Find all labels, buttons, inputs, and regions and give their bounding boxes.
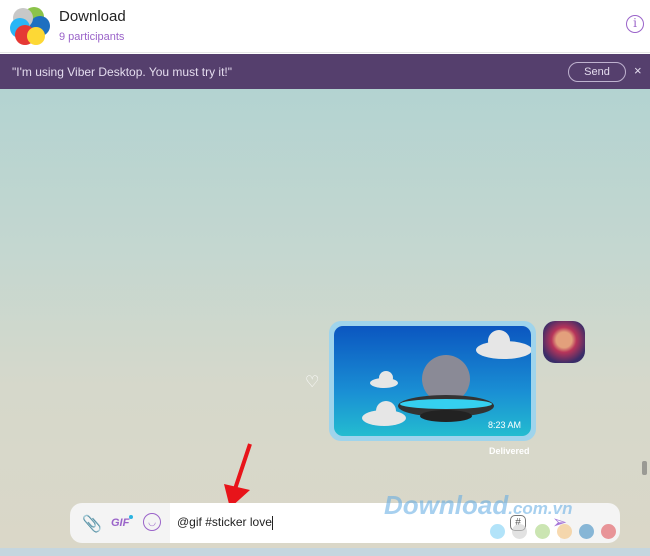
heart-icon[interactable]: ♡	[305, 372, 319, 392]
sender-avatar[interactable]	[543, 321, 585, 363]
sticker-message[interactable]: 8:23 AM	[329, 321, 536, 441]
watermark-dot	[579, 524, 594, 539]
ufo-cat-sticker: 8:23 AM	[334, 326, 531, 436]
emoji-icon[interactable]: ◡	[143, 513, 161, 531]
participants-link[interactable]: 9 participants	[59, 31, 124, 43]
message-text: @gif #sticker love	[177, 515, 272, 529]
text-caret	[271, 515, 273, 530]
paperclip-icon[interactable]: 📎	[82, 514, 102, 534]
watermark: Download.com.vn	[384, 490, 573, 520]
chat-header: Download 9 participants i	[0, 0, 650, 53]
banner-message: "I'm using Viber Desktop. You must try i…	[12, 65, 233, 79]
chat-title: Download	[59, 8, 126, 25]
bottom-edge	[0, 548, 650, 556]
gif-button[interactable]: GIF	[111, 517, 129, 529]
invite-banner: "I'm using Viber Desktop. You must try i…	[0, 54, 650, 89]
message-time: 8:23 AM	[487, 420, 521, 430]
watermark-dot	[601, 524, 616, 539]
banner-send-button[interactable]: Send	[568, 62, 626, 82]
gif-new-dot	[129, 515, 133, 519]
group-avatar[interactable]	[10, 6, 50, 46]
close-icon[interactable]: ×	[634, 63, 642, 78]
red-arrow-annotation	[224, 443, 252, 508]
delivery-status: Delivered	[489, 446, 530, 456]
watermark-dot	[557, 524, 572, 539]
watermark-dot	[512, 524, 527, 539]
scrollbar[interactable]	[642, 461, 647, 475]
watermark-dot	[535, 524, 550, 539]
info-icon[interactable]: i	[626, 15, 644, 33]
watermark-dot	[490, 524, 505, 539]
chat-area	[0, 89, 650, 548]
